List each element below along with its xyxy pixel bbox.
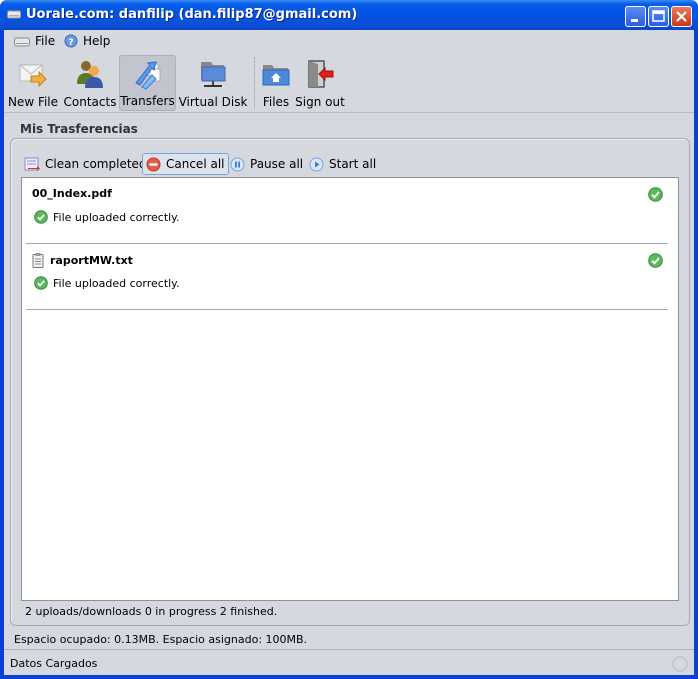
resize-grip-icon[interactable]: [672, 656, 688, 672]
client-area: File ? Help New File Contacts Transfers …: [4, 30, 694, 675]
sign-out-icon: [308, 60, 334, 88]
transfer-actions: Clean completed Cancel all Pause all Sta…: [21, 153, 681, 175]
transfers-panel: Clean completed Cancel all Pause all Sta…: [10, 138, 690, 626]
pause-icon: [230, 157, 245, 171]
status-bar-text: Datos Cargados: [10, 657, 98, 670]
footer-divider: [4, 649, 694, 650]
pause-all-button[interactable]: Pause all: [227, 153, 306, 175]
success-check-icon: [34, 276, 48, 290]
toolbar-sign-out[interactable]: Sign out: [294, 55, 346, 111]
maximize-button[interactable]: [648, 6, 669, 27]
transfer-item[interactable]: 00_Index.pdf File uploaded correctly.: [22, 178, 678, 244]
transfer-summary: 2 uploads/downloads 0 in progress 2 fini…: [25, 605, 278, 618]
success-check-icon: [34, 210, 48, 224]
item-divider: [26, 309, 668, 310]
title-bar[interactable]: Uorale.com: danfilip (dan.filip87@gmail.…: [0, 0, 698, 30]
minimize-icon: [631, 19, 638, 22]
transfer-file-name: 00_Index.pdf: [32, 187, 112, 200]
start-all-label: Start all: [329, 157, 377, 171]
clean-completed-label: Clean completed: [45, 157, 147, 171]
toolbar-contacts[interactable]: Contacts: [62, 55, 118, 111]
virtual-disk-icon: [201, 62, 226, 87]
close-icon: [676, 11, 687, 22]
app-window: Uorale.com: danfilip (dan.filip87@gmail.…: [0, 0, 698, 679]
menu-bar: File ? Help: [4, 30, 694, 52]
contacts-icon: [77, 61, 103, 88]
status-text: File uploaded correctly.: [53, 210, 180, 224]
menu-file-label: File: [35, 34, 56, 48]
toolbar-new-file-label: New File: [7, 95, 59, 109]
window-title: Uorale.com: danfilip (dan.filip87@gmail.…: [26, 7, 358, 22]
transfer-file-name: raportMW.txt: [32, 253, 133, 268]
play-icon: [309, 157, 324, 171]
drive-icon: [14, 37, 30, 47]
storage-info: Espacio ocupado: 0.13MB. Espacio asignad…: [14, 633, 308, 646]
files-folder-icon: [262, 65, 290, 86]
completed-icon: [648, 187, 663, 202]
toolbar-divider: [4, 112, 694, 113]
maximize-icon: [652, 10, 665, 22]
menu-help-label: Help: [83, 34, 111, 48]
transfers-icon: [134, 61, 160, 90]
svg-text:?: ?: [68, 38, 73, 48]
toolbar-transfers[interactable]: Transfers: [119, 55, 176, 111]
menu-help[interactable]: ? Help: [64, 34, 110, 48]
close-button[interactable]: [671, 6, 692, 27]
toolbar-files-label: Files: [262, 95, 290, 109]
cancel-all-button[interactable]: Cancel all: [142, 153, 229, 175]
transfer-status: File uploaded correctly.: [34, 276, 180, 290]
file-name-text: raportMW.txt: [50, 254, 133, 267]
cancel-icon: [146, 157, 161, 171]
start-all-button[interactable]: Start all: [306, 153, 379, 175]
toolbar-virtual-disk[interactable]: Virtual Disk: [178, 55, 248, 111]
menu-file[interactable]: File: [14, 34, 55, 48]
toolbar-new-file[interactable]: New File: [6, 55, 60, 111]
toolbar-files[interactable]: Files: [259, 55, 293, 111]
pause-all-label: Pause all: [250, 157, 304, 171]
clean-list-icon: [24, 157, 40, 171]
transfer-list: 00_Index.pdf File uploaded correctly. ra…: [21, 177, 679, 601]
transfer-item[interactable]: raportMW.txt File uploaded correctly.: [22, 244, 678, 310]
clean-completed-button[interactable]: Clean completed: [21, 153, 150, 175]
transfer-status: File uploaded correctly.: [34, 210, 180, 224]
toolbar-transfers-label: Transfers: [120, 94, 175, 108]
toolbar-sign-out-label: Sign out: [295, 95, 345, 109]
completed-icon: [648, 253, 663, 268]
file-name-text: 00_Index.pdf: [32, 187, 112, 200]
minimize-button[interactable]: [625, 6, 646, 27]
toolbar-contacts-label: Contacts: [63, 95, 117, 109]
help-icon: ?: [64, 34, 78, 48]
cancel-all-label: Cancel all: [166, 157, 225, 171]
toolbar: New File Contacts Transfers Virtual Disk…: [4, 52, 694, 112]
toolbar-separator: [254, 57, 255, 109]
drive-icon: [7, 10, 21, 19]
text-file-icon: [32, 253, 44, 268]
status-text: File uploaded correctly.: [53, 276, 180, 290]
new-file-icon: [19, 64, 47, 88]
toolbar-virtual-disk-label: Virtual Disk: [178, 95, 248, 109]
section-title: Mis Trasferencias: [20, 122, 138, 136]
